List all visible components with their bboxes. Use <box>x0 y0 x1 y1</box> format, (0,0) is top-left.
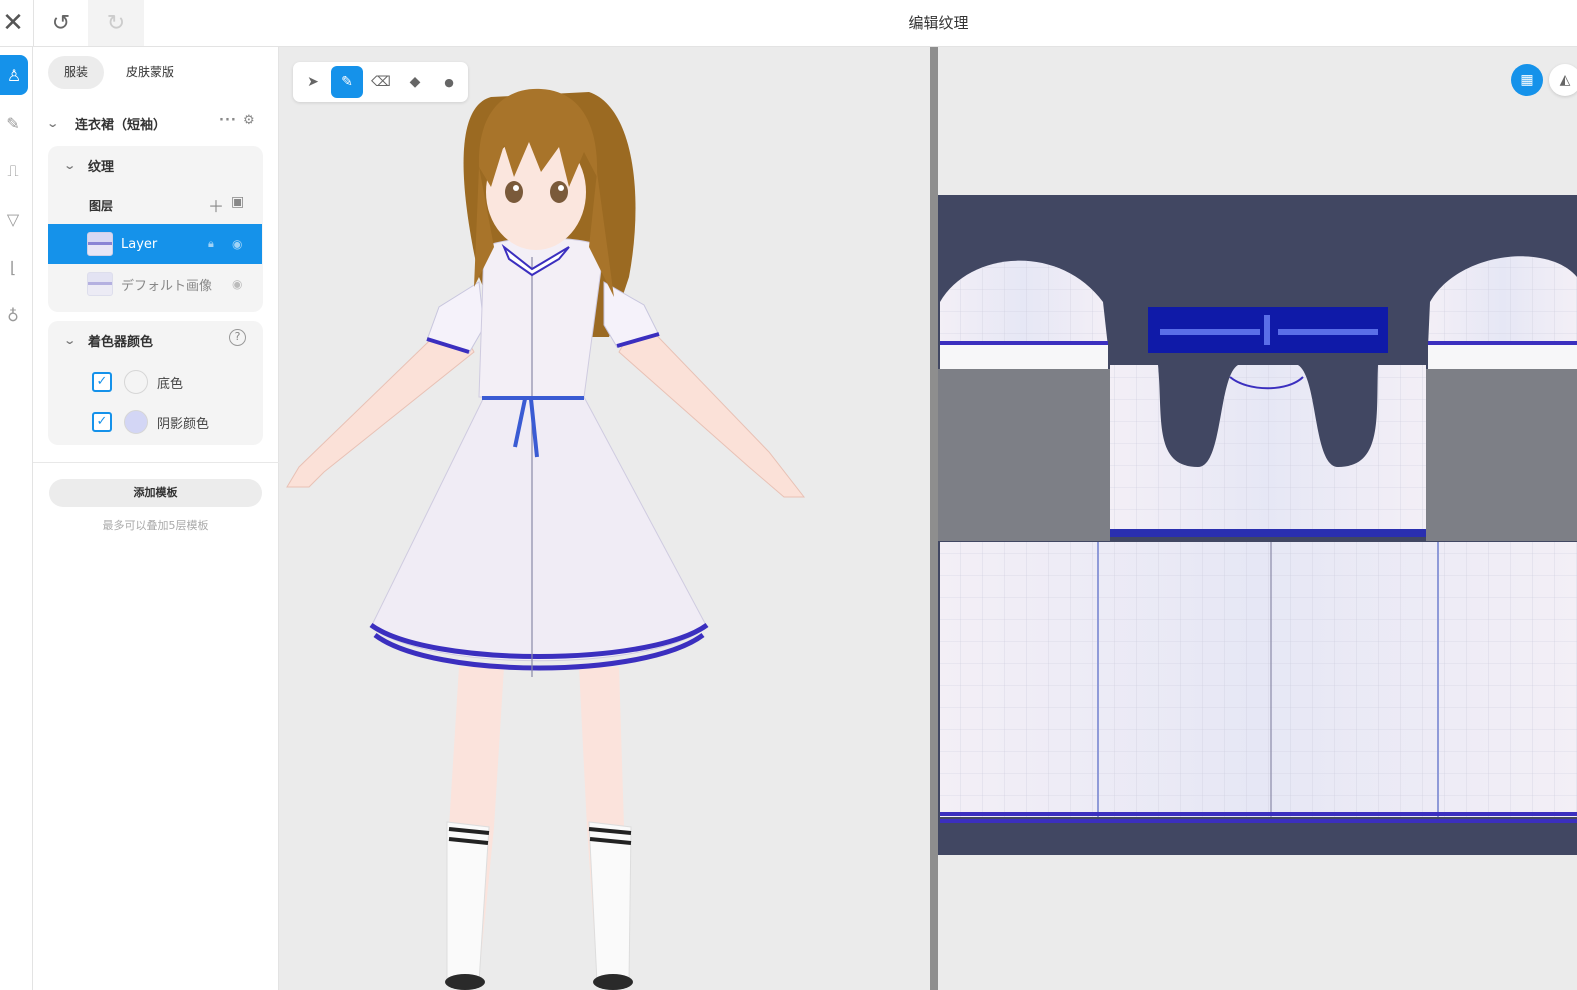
add-image-icon[interactable]: ▣ <box>231 194 244 210</box>
add-template-button[interactable]: 添加模板 <box>49 479 262 507</box>
symmetry-button[interactable]: ◭ <box>1549 64 1577 96</box>
rail-item-accessory[interactable]: ♁ <box>0 295 26 335</box>
template-limit-hint: 最多可以叠加5层模板 <box>102 519 209 532</box>
grid-toggle-button[interactable]: ▦ <box>1511 64 1543 96</box>
chevron-down-icon: ⌄ <box>63 158 77 172</box>
tab-outfit[interactable]: 服装 <box>48 56 105 89</box>
close-icon[interactable]: ✕ <box>0 6 26 40</box>
layer-row[interactable]: デフォルト画像 ◉ <box>48 264 262 304</box>
layer-row[interactable]: Layer 🔒︎ ◉ <box>48 224 262 264</box>
texture-section-header[interactable]: ⌄ 纹理 <box>63 153 115 177</box>
shader-section-header[interactable]: ⌄ 着色器颜色 <box>63 328 154 352</box>
pen-tool-button[interactable]: ✎ <box>331 66 363 98</box>
undo-button[interactable]: ↺ <box>34 0 88 46</box>
uv-texture-map[interactable] <box>938 47 1577 990</box>
chevron-down-icon: ⌄ <box>46 116 60 130</box>
avatar-model-render[interactable] <box>279 47 930 990</box>
redo-button[interactable]: ↻ <box>88 0 144 46</box>
shoe-icon: ⌊ <box>9 257 17 277</box>
shadow-color-checkbox[interactable]: ✓ <box>92 412 112 432</box>
viewport-splitter[interactable] <box>930 47 938 990</box>
help-icon[interactable]: ? <box>229 329 246 346</box>
page-title: 编辑纹理 <box>908 14 969 32</box>
chevron-down-icon: ⌄ <box>63 333 77 347</box>
paint-toolbar: ➤ ✎ ⌫ ◆ ● <box>293 62 468 102</box>
model-viewport[interactable]: ➤ ✎ ⌫ ◆ ● <box>279 47 930 990</box>
undo-icon: ↺ <box>51 10 71 36</box>
divider <box>33 462 279 463</box>
lock-icon[interactable]: 🔒︎ <box>208 237 214 251</box>
layer-name: Layer <box>121 236 158 252</box>
shadow-color-label: 阴影颜色 <box>157 417 210 432</box>
texture-card: ⌄ 纹理 图层 ＋ ▣ Layer 🔒︎ ◉ デフォルト画像 ◉ <box>48 146 263 312</box>
rail-item-bottom[interactable]: ▽ <box>0 199 26 239</box>
dress-icon: ♙ <box>6 65 22 85</box>
base-color-label: 底色 <box>157 377 184 392</box>
eyedropper-tool-button[interactable]: ● <box>433 66 465 98</box>
layer-thumbnail <box>87 232 113 256</box>
rail-item-shoes[interactable]: ⌊ <box>0 247 26 287</box>
shadow-color-swatch[interactable] <box>124 410 148 434</box>
top-bar: ✕ ↺ ↻ 编辑纹理 <box>0 0 1577 47</box>
base-color-swatch[interactable] <box>124 370 148 394</box>
accessory-icon: ♁ <box>7 305 19 325</box>
redo-icon: ↻ <box>106 10 126 36</box>
pen-icon: ✎ <box>341 74 353 90</box>
garment-name: 连衣裙（短袖） <box>75 117 167 133</box>
droplet-icon: ● <box>444 75 454 89</box>
uv-texture-panel[interactable]: ▦ ◭ <box>938 47 1577 990</box>
category-rail: ♙ ✎ ⎍ ▽ ⌊ ♁ <box>0 47 33 990</box>
rail-item-top[interactable]: ⎍ <box>0 151 26 191</box>
top-icon: ⎍ <box>7 161 19 180</box>
texture-section-title: 纹理 <box>88 159 115 175</box>
add-layer-icon[interactable]: ＋ <box>208 193 224 217</box>
rail-item-brush[interactable]: ✎ <box>0 103 26 143</box>
shader-color-card: ⌄ 着色器颜色 ? ✓ 底色 ✓ 阴影颜色 <box>48 321 263 445</box>
layers-label: 图层 <box>89 199 114 213</box>
layer-name: デフォルト画像 <box>121 278 213 294</box>
settings-sliders-icon[interactable]: ⚙ <box>243 113 255 128</box>
eye-icon[interactable]: ◉ <box>232 277 242 291</box>
base-color-checkbox[interactable]: ✓ <box>92 372 112 392</box>
texture-side-panel: 服装 皮肤蒙版 ⌄ 连衣裙（短袖） ··· ⚙ ⌄ 纹理 图层 ＋ ▣ Laye… <box>33 47 279 990</box>
eraser-tool-button[interactable]: ⌫ <box>365 66 397 98</box>
cursor-icon: ➤ <box>307 74 319 90</box>
eraser-icon: ⌫ <box>371 74 391 90</box>
mirror-icon: ◭ <box>1559 72 1571 88</box>
bottom-icon: ▽ <box>6 209 20 229</box>
more-icon[interactable]: ··· <box>219 113 237 128</box>
fill-tool-button[interactable]: ◆ <box>399 66 431 98</box>
shader-section-title: 着色器颜色 <box>88 334 154 350</box>
grid-icon: ▦ <box>1520 72 1534 88</box>
rail-item-outfit[interactable]: ♙ <box>0 55 28 95</box>
tab-skin-mask[interactable]: 皮肤蒙版 <box>110 56 190 89</box>
brush-icon: ✎ <box>6 113 20 133</box>
select-tool-button[interactable]: ➤ <box>297 66 329 98</box>
fill-bucket-icon: ◆ <box>409 74 421 90</box>
eye-icon[interactable]: ◉ <box>232 237 242 251</box>
layer-thumbnail <box>87 272 113 296</box>
